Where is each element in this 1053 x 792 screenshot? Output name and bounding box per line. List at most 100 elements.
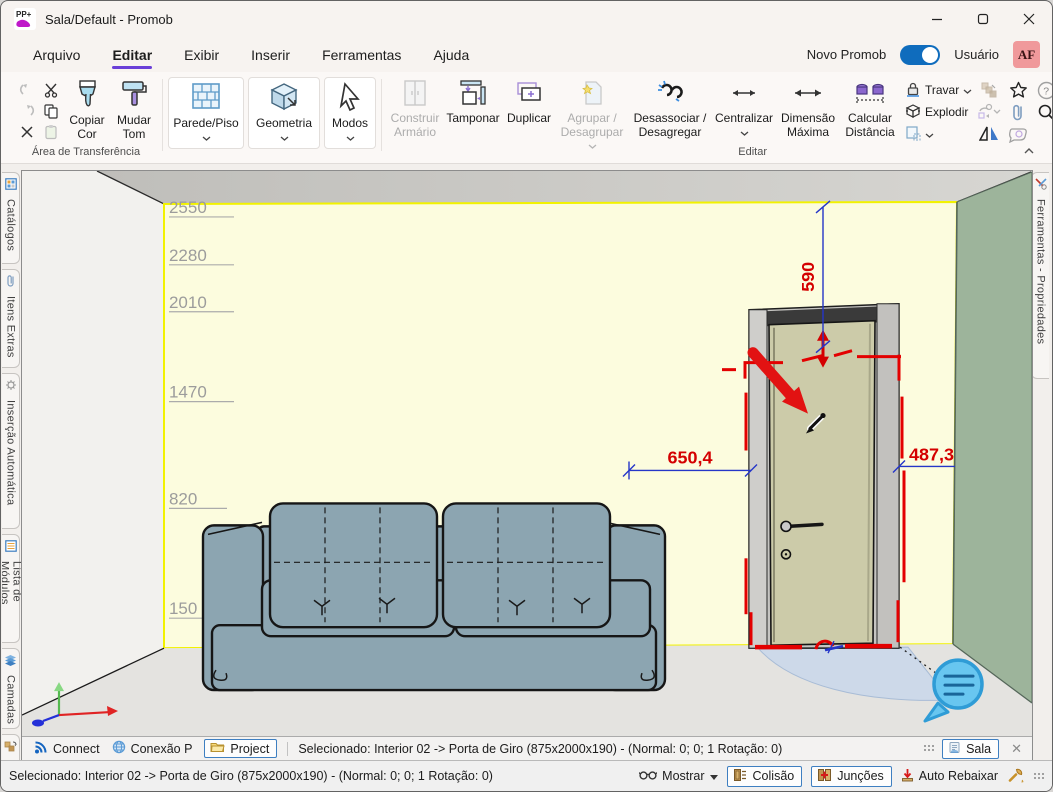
dim-590: 590 — [798, 262, 818, 292]
resize-grip[interactable] — [1033, 772, 1044, 781]
conexao-p-button[interactable]: Conexão P — [112, 740, 193, 757]
layers-icon — [4, 653, 17, 671]
gear-icon — [5, 378, 17, 396]
centralizar-button[interactable]: Centralizar — [711, 77, 777, 139]
svg-text:?: ? — [1043, 85, 1049, 97]
search-icon[interactable] — [1037, 103, 1053, 122]
dim-487-3: 487,3 — [909, 445, 954, 465]
menu-bar: Arquivo Editar Exibir Inserir Ferramenta… — [1, 37, 1052, 72]
sala-scene-button[interactable]: Sala — [942, 739, 999, 759]
sofa[interactable] — [203, 503, 665, 690]
tab-catalogos[interactable]: Catálogos — [2, 172, 20, 264]
novo-promob-toggle[interactable] — [900, 45, 940, 65]
construir-armario-button[interactable]: Construir Armário — [387, 77, 443, 139]
panel-cap-icon — [458, 79, 488, 110]
measure-distance-icon — [853, 79, 887, 110]
paperclip-icon — [6, 274, 15, 292]
svg-text:2010: 2010 — [169, 293, 207, 312]
user-avatar[interactable]: AF — [1013, 41, 1040, 68]
duplicate-icon — [514, 79, 544, 110]
juncoes-button[interactable]: Junções — [811, 766, 892, 787]
copy-icon[interactable] — [39, 100, 63, 121]
tab-itens-extras[interactable]: Itens Extras — [2, 269, 20, 368]
joints-icon — [817, 768, 832, 785]
viewport-status-bar: Connect Conexão P Project Selecionado: I… — [22, 736, 1032, 760]
desassociar-desagregar-button[interactable]: Desassociar / Desagregar — [629, 77, 711, 139]
paperclip-icon[interactable] — [1011, 103, 1025, 122]
room-document-icon — [948, 741, 961, 757]
viewport-selection-text: Selecionado: Interior 02 -> Porta de Gir… — [287, 742, 782, 756]
module-list-icon — [5, 539, 17, 557]
user-label[interactable]: Usuário — [954, 47, 999, 62]
catalog-grid-icon — [5, 177, 17, 195]
agrupar-desagrupar-button[interactable]: Agrupar / Desagrupar — [555, 77, 629, 153]
modos-button[interactable]: Modos — [324, 77, 376, 149]
duplicar-button[interactable]: Duplicar — [503, 77, 555, 126]
tab-insercao-automatica[interactable]: Inserção Automática — [2, 373, 20, 529]
menu-arquivo[interactable]: Arquivo — [33, 41, 80, 69]
rotate-arrows-icon[interactable] — [976, 103, 1002, 121]
comment-shape-icon[interactable] — [1008, 126, 1028, 143]
svg-text:150: 150 — [169, 599, 197, 618]
mostrar-dropdown[interactable]: Mostrar — [639, 769, 717, 783]
minimize-button[interactable] — [914, 1, 960, 37]
undo-icon[interactable] — [15, 79, 39, 100]
wrench-icon[interactable] — [1007, 767, 1024, 786]
geometria-button[interactable]: Geometria — [248, 77, 320, 149]
ribbon-separator — [381, 79, 382, 151]
tab-lista-de-modulos[interactable]: Lista de Módulos — [2, 534, 20, 643]
close-button[interactable] — [1006, 1, 1052, 37]
tab-substituir[interactable]: Substituir — [2, 734, 20, 761]
mirror-icon[interactable] — [979, 125, 999, 143]
auto-rebaixar-button[interactable]: Auto Rebaixar — [901, 768, 998, 785]
main-area: Catálogos Itens Extras Inserção Automáti… — [1, 164, 1052, 761]
glasses-icon — [639, 769, 657, 783]
group-page-icon — [578, 79, 606, 110]
svg-text:1470: 1470 — [169, 383, 207, 402]
travar-button[interactable]: Travar — [905, 79, 972, 101]
mudar-tom-button[interactable]: Mudar Tom — [111, 77, 157, 141]
collision-panel-icon — [733, 768, 748, 785]
tamponar-button[interactable]: Tamponar — [443, 77, 503, 126]
dimensao-maxima-button[interactable]: Dimensão Máxima — [777, 77, 839, 139]
menu-inserir[interactable]: Inserir — [251, 41, 290, 69]
calcular-distancia-button[interactable]: Calcular Distância — [839, 77, 901, 139]
connect-button[interactable]: Connect — [34, 741, 100, 757]
menu-exibir[interactable]: Exibir — [184, 41, 219, 69]
explodir-button[interactable]: Explodir — [905, 101, 972, 123]
resize-grip[interactable] — [923, 744, 934, 753]
parede-piso-button[interactable]: Parede/Piso — [168, 77, 244, 149]
close-view-icon[interactable]: ✕ — [1007, 741, 1026, 757]
lock-icon — [905, 81, 921, 100]
paste-icon[interactable] — [39, 121, 63, 142]
selection-options-button[interactable] — [905, 123, 972, 145]
ribbon: Copiar Cor Mudar Tom Área de Transferênc… — [1, 72, 1052, 164]
maximize-button[interactable] — [960, 1, 1006, 37]
colisao-button[interactable]: Colisão — [727, 766, 803, 787]
auto-lower-icon — [901, 768, 914, 785]
wardrobe-icon — [402, 79, 428, 110]
menu-editar[interactable]: Editar — [112, 41, 152, 69]
chevron-down-icon — [963, 83, 972, 97]
project-button[interactable]: Project — [204, 739, 277, 758]
favorite-star-icon[interactable] — [1009, 81, 1028, 100]
svg-text:2280: 2280 — [169, 246, 207, 265]
max-dimension-icon — [790, 79, 826, 110]
redo-icon[interactable] — [15, 100, 39, 121]
help-icon[interactable]: ? — [1037, 81, 1053, 100]
title-bar: PP+ Sala/Default - Promob — [1, 1, 1052, 37]
collapse-ribbon-icon[interactable] — [1024, 141, 1034, 159]
stacked-cubes-icon[interactable] — [980, 81, 998, 99]
scene-3d[interactable]: 2550 2280 2010 1470 820 150 — [22, 171, 1032, 737]
promob-app-icon: PP+ — [14, 8, 36, 30]
delete-icon[interactable] — [15, 121, 39, 142]
copiar-cor-button[interactable]: Copiar Cor — [63, 77, 111, 141]
cut-icon[interactable] — [39, 79, 63, 100]
novo-promob-label: Novo Promob — [807, 47, 886, 62]
menu-ajuda[interactable]: Ajuda — [433, 41, 469, 69]
ribbon-separator — [162, 79, 163, 151]
menu-ferramentas[interactable]: Ferramentas — [322, 41, 401, 69]
svg-text:820: 820 — [169, 489, 197, 508]
tab-camadas[interactable]: Camadas — [2, 648, 20, 729]
tab-ferramentas-propriedades[interactable]: Ferramentas - Propriedades — [1031, 172, 1049, 379]
